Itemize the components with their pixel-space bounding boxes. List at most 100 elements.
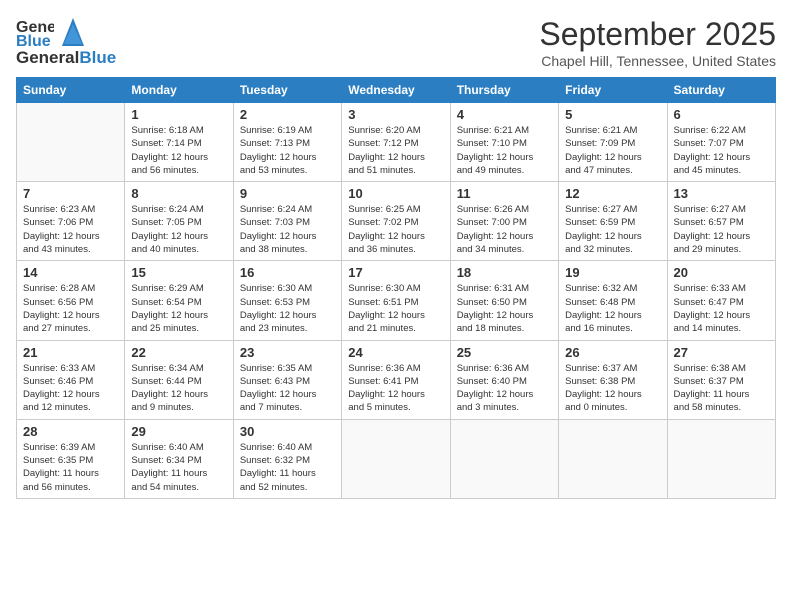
column-header-friday: Friday xyxy=(559,78,667,103)
column-header-tuesday: Tuesday xyxy=(233,78,341,103)
day-cell: 13 Sunrise: 6:27 AMSunset: 6:57 PMDayligh… xyxy=(667,182,775,261)
day-number: 2 xyxy=(240,107,335,122)
day-cell: 10Sunrise: 6:25 AMSunset: 7:02 PMDayligh… xyxy=(342,182,450,261)
month-title: September 2025 xyxy=(539,16,776,53)
day-info: Sunrise: 6:25 AMSunset: 7:02 PMDaylight:… xyxy=(348,203,443,256)
column-header-monday: Monday xyxy=(125,78,233,103)
logo-icon: General Blue xyxy=(16,16,54,48)
day-cell: 28Sunrise: 6:39 AMSunset: 6:35 PMDayligh… xyxy=(17,419,125,498)
day-number: 26 xyxy=(565,345,660,360)
day-info: Sunrise: 6:21 AMSunset: 7:09 PMDaylight:… xyxy=(565,124,660,177)
day-cell: 9Sunrise: 6:24 AMSunset: 7:03 PMDaylight… xyxy=(233,182,341,261)
day-number: 19 xyxy=(565,265,660,280)
column-header-wednesday: Wednesday xyxy=(342,78,450,103)
day-number: 7 xyxy=(23,186,118,201)
day-number: 22 xyxy=(131,345,226,360)
day-info: Sunrise: 6:26 AMSunset: 7:00 PMDaylight:… xyxy=(457,203,552,256)
day-cell: 2 Sunrise: 6:19 AMSunset: 7:13 PMDaylight… xyxy=(233,103,341,182)
day-cell: 5 Sunrise: 6:21 AMSunset: 7:09 PMDaylight… xyxy=(559,103,667,182)
day-number: 13 xyxy=(674,186,769,201)
day-number: 4 xyxy=(457,107,552,122)
day-number: 24 xyxy=(348,345,443,360)
day-cell: 6 Sunrise: 6:22 AMSunset: 7:07 PMDaylight… xyxy=(667,103,775,182)
week-row-2: 7 Sunrise: 6:23 AMSunset: 7:06 PMDaylight… xyxy=(17,182,776,261)
week-row-4: 21 Sunrise: 6:33 AMSunset: 6:46 PMDayligh… xyxy=(17,340,776,419)
day-cell xyxy=(559,419,667,498)
day-cell: 3 Sunrise: 6:20 AMSunset: 7:12 PMDaylight… xyxy=(342,103,450,182)
day-cell: 16Sunrise: 6:30 AMSunset: 6:53 PMDayligh… xyxy=(233,261,341,340)
day-info: Sunrise: 6:23 AMSunset: 7:06 PMDaylight:… xyxy=(23,203,118,256)
day-info: Sunrise: 6:22 AMSunset: 7:07 PMDaylight:… xyxy=(674,124,769,177)
day-cell: 30 Sunrise: 6:40 AMSunset: 6:32 PMDayligh… xyxy=(233,419,341,498)
day-cell: 15Sunrise: 6:29 AMSunset: 6:54 PMDayligh… xyxy=(125,261,233,340)
day-number: 25 xyxy=(457,345,552,360)
day-cell: 25 Sunrise: 6:36 AMSunset: 6:40 PMDayligh… xyxy=(450,340,558,419)
calendar-table: SundayMondayTuesdayWednesdayThursdayFrid… xyxy=(16,77,776,499)
day-info: Sunrise: 6:34 AMSunset: 6:44 PMDaylight:… xyxy=(131,362,226,415)
logo-triangle-icon xyxy=(62,18,84,46)
day-number: 12 xyxy=(565,186,660,201)
day-info: Sunrise: 6:24 AMSunset: 7:05 PMDaylight:… xyxy=(131,203,226,256)
day-number: 20 xyxy=(674,265,769,280)
day-cell: 7 Sunrise: 6:23 AMSunset: 7:06 PMDaylight… xyxy=(17,182,125,261)
column-header-sunday: Sunday xyxy=(17,78,125,103)
day-info: Sunrise: 6:38 AMSunset: 6:37 PMDaylight:… xyxy=(674,362,769,415)
week-row-3: 14Sunrise: 6:28 AMSunset: 6:56 PMDayligh… xyxy=(17,261,776,340)
day-info: Sunrise: 6:40 AMSunset: 6:32 PMDaylight:… xyxy=(240,441,335,494)
day-info: Sunrise: 6:18 AMSunset: 7:14 PMDaylight:… xyxy=(131,124,226,177)
day-cell: 22 Sunrise: 6:34 AMSunset: 6:44 PMDayligh… xyxy=(125,340,233,419)
day-cell xyxy=(450,419,558,498)
day-number: 15 xyxy=(131,265,226,280)
day-number: 11 xyxy=(457,186,552,201)
day-cell: 19 Sunrise: 6:32 AMSunset: 6:48 PMDayligh… xyxy=(559,261,667,340)
header-row: SundayMondayTuesdayWednesdayThursdayFrid… xyxy=(17,78,776,103)
day-number: 8 xyxy=(131,186,226,201)
location-title: Chapel Hill, Tennessee, United States xyxy=(539,53,776,69)
page-header: General Blue General Blue September 2025… xyxy=(16,16,776,69)
day-number: 18 xyxy=(457,265,552,280)
day-info: Sunrise: 6:37 AMSunset: 6:38 PMDaylight:… xyxy=(565,362,660,415)
column-header-saturday: Saturday xyxy=(667,78,775,103)
day-info: Sunrise: 6:35 AMSunset: 6:43 PMDaylight:… xyxy=(240,362,335,415)
day-info: Sunrise: 6:27 AMSunset: 6:59 PMDaylight:… xyxy=(565,203,660,256)
svg-text:Blue: Blue xyxy=(16,33,51,48)
day-number: 9 xyxy=(240,186,335,201)
day-cell: 8 Sunrise: 6:24 AMSunset: 7:05 PMDaylight… xyxy=(125,182,233,261)
day-info: Sunrise: 6:36 AMSunset: 6:41 PMDaylight:… xyxy=(348,362,443,415)
day-number: 17 xyxy=(348,265,443,280)
day-cell xyxy=(667,419,775,498)
day-number: 29 xyxy=(131,424,226,439)
day-info: Sunrise: 6:20 AMSunset: 7:12 PMDaylight:… xyxy=(348,124,443,177)
day-number: 5 xyxy=(565,107,660,122)
logo: General Blue General Blue xyxy=(16,16,116,68)
day-info: Sunrise: 6:40 AMSunset: 6:34 PMDaylight:… xyxy=(131,441,226,494)
logo-general-text: General xyxy=(16,48,79,68)
day-info: Sunrise: 6:31 AMSunset: 6:50 PMDaylight:… xyxy=(457,282,552,335)
day-number: 21 xyxy=(23,345,118,360)
day-cell: 1 Sunrise: 6:18 AMSunset: 7:14 PMDaylight… xyxy=(125,103,233,182)
day-info: Sunrise: 6:33 AMSunset: 6:46 PMDaylight:… xyxy=(23,362,118,415)
day-info: Sunrise: 6:19 AMSunset: 7:13 PMDaylight:… xyxy=(240,124,335,177)
day-info: Sunrise: 6:39 AMSunset: 6:35 PMDaylight:… xyxy=(23,441,118,494)
day-cell: 12 Sunrise: 6:27 AMSunset: 6:59 PMDayligh… xyxy=(559,182,667,261)
day-cell: 21 Sunrise: 6:33 AMSunset: 6:46 PMDayligh… xyxy=(17,340,125,419)
day-number: 3 xyxy=(348,107,443,122)
day-info: Sunrise: 6:30 AMSunset: 6:51 PMDaylight:… xyxy=(348,282,443,335)
day-cell xyxy=(342,419,450,498)
day-number: 14 xyxy=(23,265,118,280)
day-number: 16 xyxy=(240,265,335,280)
day-cell: 14Sunrise: 6:28 AMSunset: 6:56 PMDayligh… xyxy=(17,261,125,340)
day-number: 30 xyxy=(240,424,335,439)
day-info: Sunrise: 6:33 AMSunset: 6:47 PMDaylight:… xyxy=(674,282,769,335)
week-row-1: 1 Sunrise: 6:18 AMSunset: 7:14 PMDaylight… xyxy=(17,103,776,182)
day-number: 6 xyxy=(674,107,769,122)
day-info: Sunrise: 6:36 AMSunset: 6:40 PMDaylight:… xyxy=(457,362,552,415)
day-info: Sunrise: 6:32 AMSunset: 6:48 PMDaylight:… xyxy=(565,282,660,335)
day-cell: 27Sunrise: 6:38 AMSunset: 6:37 PMDayligh… xyxy=(667,340,775,419)
day-info: Sunrise: 6:27 AMSunset: 6:57 PMDaylight:… xyxy=(674,203,769,256)
day-cell: 4 Sunrise: 6:21 AMSunset: 7:10 PMDaylight… xyxy=(450,103,558,182)
day-info: Sunrise: 6:21 AMSunset: 7:10 PMDaylight:… xyxy=(457,124,552,177)
day-cell xyxy=(17,103,125,182)
day-number: 23 xyxy=(240,345,335,360)
day-number: 1 xyxy=(131,107,226,122)
